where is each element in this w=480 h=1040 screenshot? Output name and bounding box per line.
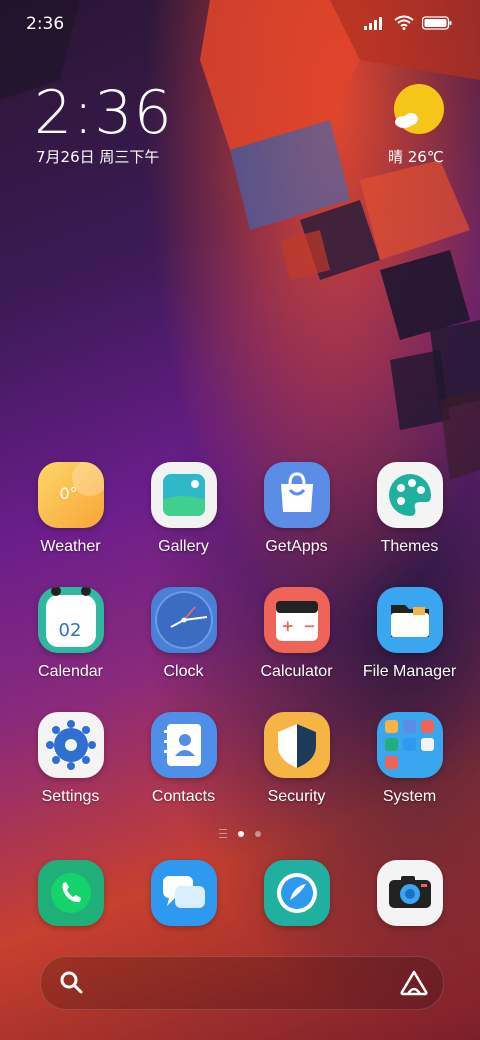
app-themes[interactable]: Themes xyxy=(353,462,466,556)
app-gallery[interactable]: Gallery xyxy=(127,462,240,556)
browser-icon xyxy=(263,860,330,926)
page-dot-active[interactable] xyxy=(238,830,244,837)
app-label: Calendar xyxy=(38,663,103,680)
app-file-manager[interactable]: File Manager xyxy=(353,587,466,681)
calculator-app-icon-text: + − xyxy=(281,617,318,635)
wifi-icon xyxy=(394,15,414,30)
app-label: Settings xyxy=(41,788,100,805)
page-indicator[interactable] xyxy=(0,829,480,838)
app-getapps[interactable]: GetApps xyxy=(240,462,353,556)
calendar-app-icon-text: 02 xyxy=(58,620,82,641)
app-label: Clock xyxy=(163,663,204,680)
app-label: System xyxy=(382,788,437,805)
camera-icon xyxy=(376,860,443,926)
app-security[interactable]: Security xyxy=(240,712,353,806)
weather-widget-text[interactable]: 晴 26℃ xyxy=(388,146,444,167)
phone-icon xyxy=(37,860,104,926)
page-indicator-menu[interactable] xyxy=(219,829,227,838)
app-calendar[interactable]: 02 Calendar xyxy=(14,587,127,681)
page-dot[interactable] xyxy=(255,830,261,837)
file-manager-app-icon xyxy=(376,587,443,653)
calendar-app-icon: 02 xyxy=(37,587,104,653)
status-time: 2:36 xyxy=(26,14,65,34)
app-system-folder[interactable]: System xyxy=(353,712,466,806)
gallery-app-icon xyxy=(150,462,217,528)
clock-widget-date[interactable]: 7月26日 周三下午 xyxy=(36,146,159,167)
weather-app-icon: 0° xyxy=(37,462,104,528)
app-label: File Manager xyxy=(362,663,457,680)
system-folder-icon xyxy=(376,712,443,778)
clock-app-icon xyxy=(150,587,217,653)
status-bar: 2:36 xyxy=(0,0,480,50)
dock-browser[interactable] xyxy=(240,860,353,926)
getapps-app-icon xyxy=(263,462,330,528)
contacts-app-icon xyxy=(150,712,217,778)
status-icons xyxy=(364,15,452,30)
dock-camera[interactable] xyxy=(353,860,466,926)
security-app-icon xyxy=(263,712,330,778)
app-label: Weather xyxy=(40,538,101,555)
app-settings[interactable]: Settings xyxy=(14,712,127,806)
clock-widget-time[interactable]: 2:36 xyxy=(34,78,173,148)
dock-messages[interactable] xyxy=(127,860,240,926)
app-clock[interactable]: Clock xyxy=(127,587,240,681)
app-label: Calculator xyxy=(260,663,333,680)
settings-app-icon xyxy=(37,712,104,778)
calculator-app-icon: + − xyxy=(263,587,330,653)
app-label: Contacts xyxy=(151,788,216,805)
search-bar[interactable] xyxy=(40,956,444,1010)
messages-icon xyxy=(150,860,217,926)
search-icon[interactable] xyxy=(59,970,85,996)
signal-icon xyxy=(364,16,382,30)
dock-phone[interactable] xyxy=(14,860,127,926)
app-weather[interactable]: 0° Weather xyxy=(14,462,127,556)
app-label: Themes xyxy=(380,538,439,555)
app-label: GetApps xyxy=(265,538,328,555)
app-calculator[interactable]: + − Calculator xyxy=(240,587,353,681)
app-label: Security xyxy=(267,788,326,805)
app-contacts[interactable]: Contacts xyxy=(127,712,240,806)
themes-app-icon xyxy=(376,462,443,528)
weather-app-icon-text: 0° xyxy=(59,484,78,503)
battery-icon xyxy=(422,15,452,30)
app-label: Gallery xyxy=(158,538,209,555)
sunny-cloud-icon[interactable] xyxy=(392,82,446,136)
assistant-icon[interactable] xyxy=(399,970,429,996)
